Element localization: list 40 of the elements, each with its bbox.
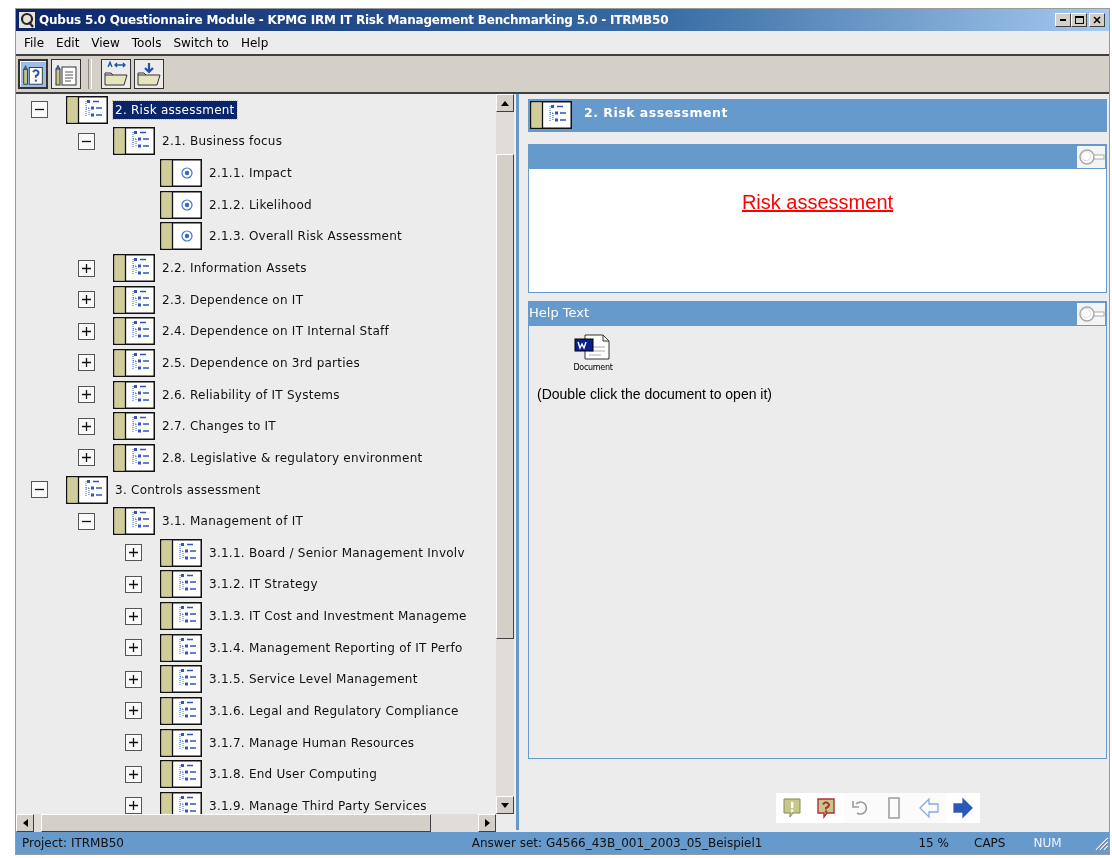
document-label[interactable]: Document [573,363,613,372]
project-status: Project: ITRMB50 [21,836,125,850]
tree-item[interactable]: 2.1.2. Likelihood [207,195,314,214]
tree-item[interactable]: 3.1.9. Manage Third Party Services [207,796,429,814]
tree-item[interactable]: 2.7. Changes to IT [160,417,278,436]
menu-item[interactable]: Help [234,35,275,50]
key-indicator: CAPS [974,836,1007,850]
tree-item[interactable]: 2.2. Information Assets [160,259,309,277]
window-title: Qubus 5.0 Questionnaire Module - KPMG IRM IT Risk Management Benchmarking 5.0 - ITRMB50 [39,13,670,27]
tree-item[interactable]: 2.1. Business focus [160,132,285,151]
key-indicator: NUM [1033,836,1063,850]
question-title: Risk assessment [741,191,894,214]
progress-status: 15 % [918,836,950,850]
menu-item[interactable]: Switch to [167,35,235,50]
tree-item[interactable]: 3.1.7. Manage Human Resources [207,733,417,752]
menu-item[interactable]: Edit [50,35,86,50]
tree-item[interactable]: 3.1.2. IT Strategy [207,575,320,594]
tree-item[interactable]: 3.1.6. Legal and Regulatory Compliance [207,702,461,720]
tree-item[interactable]: 3.1.5. Service Level Management [207,670,420,689]
section-title: 2. Risk assessment [584,105,728,120]
tree-item[interactable]: 2.3. Dependence on IT [160,290,306,309]
tree-item[interactable]: 2.8. Legislative & regulatory environment [160,448,425,467]
menu-item[interactable]: Tools [125,35,168,50]
menu-item[interactable]: File [18,35,51,50]
tree-item[interactable]: 3.1. Management of IT [160,512,306,531]
tree-item[interactable]: 2.5. Dependence on 3rd parties [160,353,362,372]
tree-item[interactable]: 2.6. Reliability of IT Systems [160,385,342,404]
panel-title: Help Text [529,304,590,320]
answer-set-status: Answer set: G4566_43B_001_2003_05_Beispiel1 [471,836,764,850]
tree-item[interactable]: 3.1.8. End User Computing [207,765,380,784]
tree-item[interactable]: 3. Controls assessment [113,480,263,499]
tree-item[interactable]: 2.1.1. Impact [207,164,294,183]
tree-item[interactable]: 3.1.3. IT Cost and Investment Manageme [207,607,469,626]
help-text: (Double click the document to open it) [537,386,773,402]
tree-item[interactable]: 2.1.3. Overall Risk Assessment [207,227,405,246]
menu-item[interactable]: View [85,35,126,50]
tree-item[interactable]: 2.4. Dependence on IT Internal Staff [160,322,391,341]
tree-item[interactable]: 3.1.1. Board / Senior Management Involv [207,543,467,562]
tree-item[interactable]: 2. Risk assessment [113,100,237,119]
tree-item[interactable]: 3.1.4. Management Reporting of IT Perfo [207,638,465,657]
